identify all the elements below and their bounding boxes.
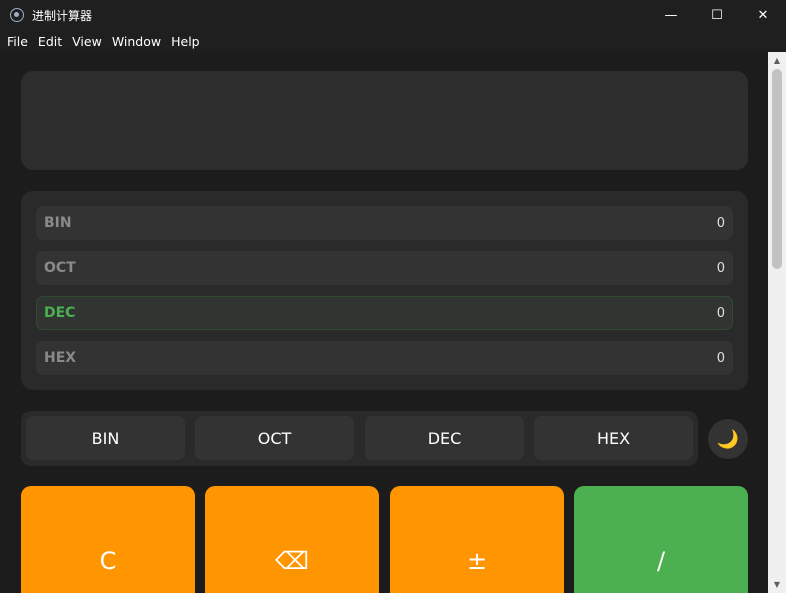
scroll-down-icon[interactable]: ▼ [768, 577, 786, 592]
vertical-scrollbar[interactable]: ▲ ▼ [768, 52, 786, 593]
clear-label: C [99, 547, 117, 575]
minimize-icon: — [664, 7, 678, 23]
base-row-oct[interactable]: OCT 0 [36, 251, 733, 285]
title-bar: 进制计算器 — ☐ ✕ [0, 0, 786, 30]
negate-label: ± [466, 547, 488, 575]
menu-edit[interactable]: Edit [33, 34, 67, 49]
base-row-hex[interactable]: HEX 0 [36, 341, 733, 375]
base-value-dec: 0 [716, 305, 725, 321]
close-button[interactable]: ✕ [740, 0, 786, 30]
close-icon: ✕ [757, 7, 769, 23]
result-display [21, 71, 748, 170]
base-label-bin: BIN [44, 215, 72, 231]
theme-toggle-button[interactable]: 🌙 [708, 419, 748, 459]
base-row-bin[interactable]: BIN 0 [36, 206, 733, 240]
base-label-dec: DEC [44, 305, 76, 321]
app-icon [10, 8, 24, 22]
scroll-up-icon[interactable]: ▲ [768, 53, 786, 68]
maximize-icon: ☐ [711, 7, 723, 23]
base-value-bin: 0 [716, 215, 725, 231]
backspace-icon: ⌫ [275, 547, 309, 575]
maximize-button[interactable]: ☐ [694, 0, 740, 30]
mode-oct-button[interactable]: OCT [195, 416, 354, 460]
calculator-content: BIN 0 OCT 0 DEC 0 HEX 0 BIN OCT DEC HEX … [0, 52, 768, 593]
negate-button[interactable]: ± [390, 486, 564, 593]
base-label-hex: HEX [44, 350, 77, 366]
menu-window[interactable]: Window [107, 34, 166, 49]
menu-help[interactable]: Help [166, 34, 205, 49]
menu-bar: File Edit View Window Help [0, 30, 786, 52]
mode-bin-button[interactable]: BIN [26, 416, 185, 460]
moon-icon: 🌙 [716, 428, 740, 450]
mode-hex-button[interactable]: HEX [534, 416, 693, 460]
mode-selector: BIN OCT DEC HEX [21, 411, 698, 466]
base-label-oct: OCT [44, 260, 76, 276]
scroll-thumb[interactable] [772, 69, 782, 269]
clear-button[interactable]: C [21, 486, 195, 593]
divide-button[interactable]: / [574, 486, 748, 593]
base-value-oct: 0 [716, 260, 725, 276]
base-conversion-panel: BIN 0 OCT 0 DEC 0 HEX 0 [21, 191, 748, 390]
base-value-hex: 0 [716, 350, 725, 366]
backspace-button[interactable]: ⌫ [205, 486, 379, 593]
window-controls: — ☐ ✕ [648, 0, 786, 30]
base-row-dec[interactable]: DEC 0 [36, 296, 733, 330]
menu-file[interactable]: File [2, 34, 33, 49]
minimize-button[interactable]: — [648, 0, 694, 30]
mode-dec-button[interactable]: DEC [365, 416, 524, 460]
window-title: 进制计算器 [32, 8, 93, 23]
menu-view[interactable]: View [67, 34, 107, 49]
divide-label: / [656, 547, 666, 575]
